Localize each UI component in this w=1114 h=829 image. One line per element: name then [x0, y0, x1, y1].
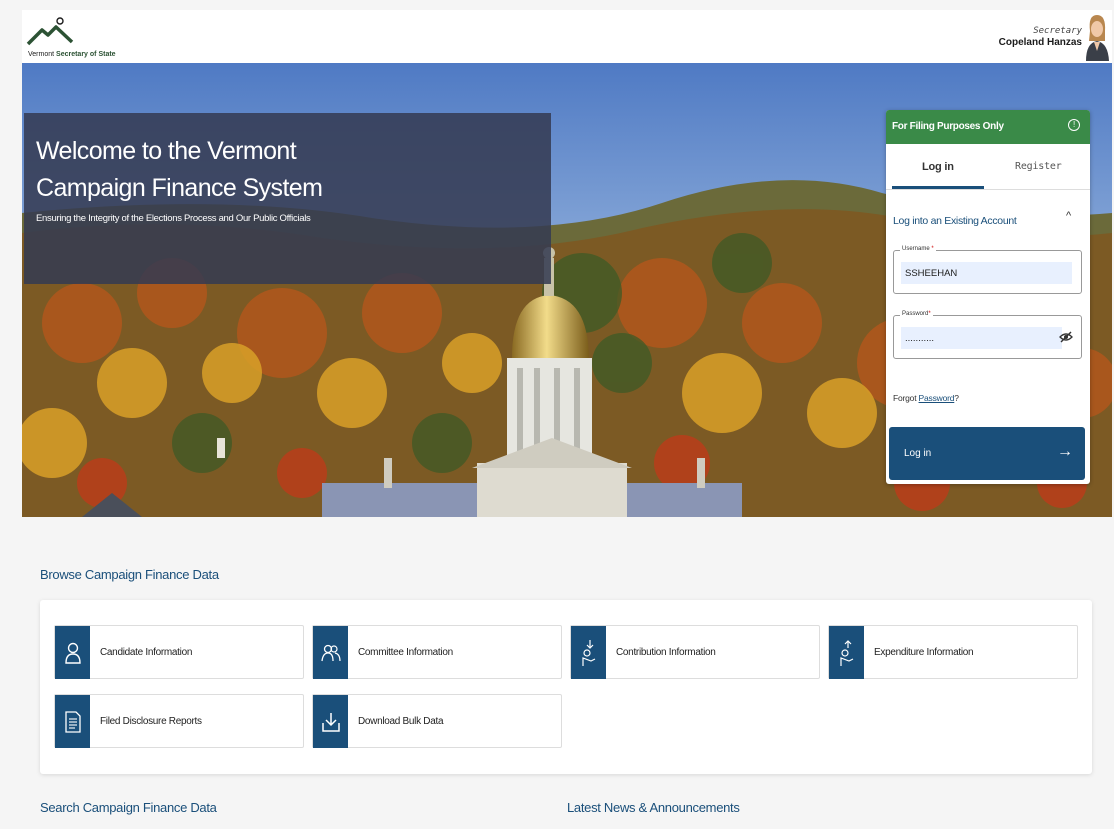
tile-candidate-information[interactable]: Candidate Information	[54, 625, 304, 679]
browse-title: Browse Campaign Finance Data	[40, 567, 219, 582]
secretary-avatar	[1084, 11, 1110, 61]
page: Vermont Secretary of State Secretary Cop…	[0, 0, 1114, 829]
eye-off-icon[interactable]	[1059, 330, 1073, 344]
filing-banner: For Filing Purposes Only !	[886, 110, 1090, 144]
forgot-suffix: ?	[954, 393, 959, 403]
forgot-password-link[interactable]: Password	[919, 393, 955, 403]
search-section-title: Search Campaign Finance Data	[40, 800, 217, 815]
username-label: Username *	[900, 246, 936, 252]
active-tab-indicator	[892, 186, 984, 189]
password-input[interactable]	[901, 327, 1062, 349]
tab-log-in[interactable]: Log in	[922, 161, 954, 173]
username-field: Username *	[893, 246, 1082, 294]
tile-label: Committee Information	[358, 647, 453, 658]
tile-filed-disclosure-reports[interactable]: Filed Disclosure Reports	[54, 694, 304, 748]
filing-banner-text: For Filing Purposes Only	[892, 121, 1004, 132]
login-button[interactable]: Log in →	[889, 427, 1085, 480]
tile-expenditure-information[interactable]: Expenditure Information	[828, 625, 1078, 679]
tile-contribution-information[interactable]: Contribution Information	[570, 625, 820, 679]
password-field: Password*	[893, 311, 1082, 359]
site-header: Vermont Secretary of State Secretary Cop…	[22, 10, 1112, 63]
login-card: For Filing Purposes Only ! Log in Regist…	[886, 110, 1090, 484]
logo-text: Vermont Secretary of State	[28, 51, 116, 58]
secretary-title: Secretary	[1033, 26, 1082, 36]
site-logo[interactable]: Vermont Secretary of State	[26, 16, 136, 58]
news-section-title: Latest News & Announcements	[567, 800, 740, 815]
tile-label: Contribution Information	[616, 647, 716, 658]
hero-title-line2: Campaign Finance System	[36, 174, 323, 202]
welcome-panel: Welcome to the Vermont Campaign Finance …	[24, 113, 551, 284]
username-input[interactable]	[901, 262, 1072, 284]
hand-coin-out-icon	[829, 626, 864, 679]
forgot-password: Forgot Password?	[893, 393, 959, 403]
tile-label: Download Bulk Data	[358, 716, 444, 727]
tile-label: Expenditure Information	[874, 647, 974, 658]
login-tabs: Log in Register	[886, 144, 1090, 190]
group-icon	[313, 626, 348, 679]
tile-label: Candidate Information	[100, 647, 193, 658]
tab-register[interactable]: Register	[1015, 161, 1062, 172]
forgot-prefix: Forgot	[893, 393, 917, 403]
secretary-credit: Secretary Copeland Hanzas	[999, 26, 1082, 48]
hero-title: Welcome to the Vermont Campaign Finance …	[36, 133, 551, 207]
mountain-logo-icon	[26, 17, 74, 46]
tile-committee-information[interactable]: Committee Information	[312, 625, 562, 679]
hero-title-line1: Welcome to the Vermont	[36, 137, 297, 165]
download-icon	[313, 695, 348, 748]
document-icon	[55, 695, 90, 748]
person-icon	[55, 626, 90, 679]
hand-coin-in-icon	[571, 626, 606, 679]
password-label: Password*	[900, 311, 933, 317]
secretary-name: Copeland Hanzas	[998, 37, 1082, 48]
login-section-title[interactable]: Log into an Existing Account	[893, 215, 1017, 227]
hero-subtitle: Ensuring the Integrity of the Elections …	[36, 213, 311, 224]
browse-card: Candidate Information Committee Informat…	[40, 600, 1092, 774]
chevron-up-icon[interactable]: ^	[1066, 210, 1071, 222]
tile-download-bulk-data[interactable]: Download Bulk Data	[312, 694, 562, 748]
tile-label: Filed Disclosure Reports	[100, 716, 202, 727]
arrow-right-icon: →	[1057, 443, 1073, 460]
info-icon[interactable]: !	[1068, 119, 1080, 131]
login-button-label: Log in	[904, 448, 932, 459]
